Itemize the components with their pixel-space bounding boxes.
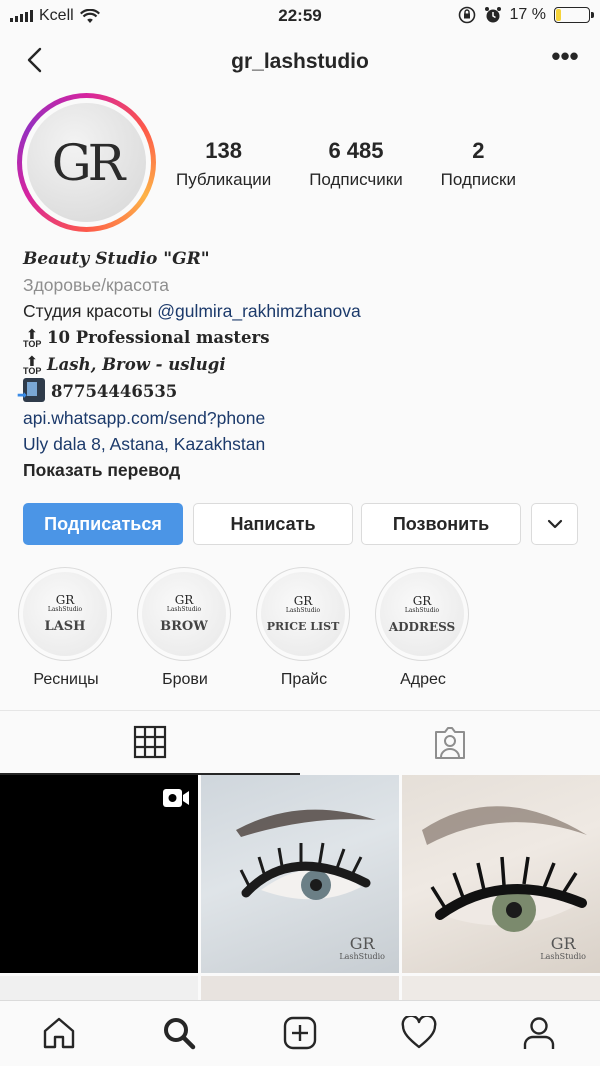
stat-followers[interactable]: 6 485 Подписчики (309, 138, 403, 190)
highlight-lash[interactable]: GR LashStudio LASH Ресницы (18, 567, 114, 689)
profile-bio: Beauty Studio "GR" Здоровье/красота Студ… (17, 246, 583, 483)
highlight-label: Адрес (400, 671, 446, 688)
post-thumbnail-video[interactable] (0, 775, 198, 973)
stat-posts[interactable]: 138 Публикации (176, 138, 271, 190)
battery-icon (554, 7, 594, 23)
highlight-label: Брови (162, 671, 208, 688)
highlight-cover: GR LashStudio BROW (142, 572, 226, 656)
highlight-cover-text: LASH (44, 619, 86, 634)
bio-phone-number: 87754446535 (51, 382, 178, 401)
follow-button[interactable]: Подписаться (23, 503, 183, 545)
mobile-phone-icon (17, 378, 45, 408)
bio-website-link[interactable]: api.whatsapp.com/send?phone (23, 405, 583, 431)
bio-line-masters: ⬆ TOP 10 Professional masters (23, 324, 583, 351)
search-icon (164, 1018, 196, 1050)
bio-line-phone: 87754446535 (17, 378, 583, 408)
stat-following-count: 2 (472, 138, 485, 163)
top-arrow-icon: ⬆ TOP (23, 325, 42, 349)
home-icon (43, 1017, 75, 1049)
call-button[interactable]: Позвонить (361, 503, 521, 545)
bio-address-link[interactable]: Uly dala 8, Astana, Kazakhstan (23, 431, 583, 457)
stat-followers-label: Подписчики (309, 170, 403, 189)
highlight-address[interactable]: GR LashStudio ADDRESS Адрес (375, 567, 471, 689)
post-grid: GR LashStudio GR LashStudio (0, 775, 600, 1006)
highlight-brow[interactable]: GR LashStudio BROW Брови (137, 567, 233, 689)
username-title: gr_lashstudio (231, 50, 369, 73)
status-bar: Kcell 22:59 17 % (0, 0, 600, 34)
stat-posts-label: Публикации (176, 170, 272, 189)
nav-new-post[interactable] (282, 1015, 318, 1051)
orientation-lock-icon (458, 6, 475, 24)
highlight-label: Ресницы (33, 671, 99, 688)
avatar: GR (27, 103, 146, 222)
chevron-down-icon (547, 519, 562, 529)
avatar-logo-text: GR (51, 133, 126, 192)
stat-following[interactable]: 2 Подписки (441, 138, 516, 190)
profile-tabs (0, 710, 600, 775)
tagged-icon (435, 727, 465, 759)
bio-studio-text: Студия красоты (23, 301, 158, 321)
profile-stats: 138 Публикации 6 485 Подписчики 2 Подпис… (176, 138, 516, 190)
heart-icon (401, 1016, 437, 1049)
stat-followers-count: 6 485 (328, 138, 384, 163)
nav-activity[interactable] (401, 1015, 437, 1051)
watermark: GR LashStudio (540, 934, 586, 962)
profile-actions: Подписаться Написать Позвонить (23, 503, 578, 545)
profile-header: gr_lashstudio ••• (0, 34, 600, 90)
more-horizontal-icon[interactable]: ••• (550, 43, 580, 74)
stat-following-label: Подписки (440, 170, 516, 189)
bio-services-text: Lash, Brow - uslugi (47, 355, 226, 374)
person-icon (523, 1017, 555, 1049)
avatar-story-ring[interactable]: GR (17, 93, 156, 232)
highlight-cover: GR LashStudio PRICE LIST (261, 572, 345, 656)
watermark: GR LashStudio (339, 934, 385, 962)
bottom-tab-bar (0, 1000, 600, 1066)
grid-icon (133, 725, 167, 759)
highlight-cover-text: PRICE LIST (266, 620, 340, 633)
story-highlights: GR LashStudio LASH Ресницы GR LashStudio… (18, 567, 598, 689)
highlight-cover-text: BROW (160, 619, 208, 634)
bio-line-services: ⬆ TOP Lash, Brow - uslugi (23, 351, 583, 378)
suggested-accounts-button[interactable] (531, 503, 578, 545)
status-right: 17 % (458, 6, 594, 24)
nav-search[interactable] (161, 1015, 197, 1051)
alarm-icon (484, 7, 501, 23)
bio-masters-text: 10 Professional masters (47, 328, 270, 347)
top-arrow-icon: ⬆ TOP (23, 352, 42, 376)
battery-percent: 17 % (509, 6, 546, 23)
post-thumbnail[interactable]: GR LashStudio (201, 775, 399, 973)
nav-home[interactable] (41, 1015, 77, 1051)
highlight-cover-text: ADDRESS (388, 619, 456, 634)
bio-line-studio: Студия красоты @gulmira_rakhimzhanova (23, 298, 583, 324)
bio-mention-link[interactable]: @gulmira_rakhimzhanova (157, 301, 361, 321)
tab-grid[interactable] (0, 711, 300, 775)
tab-tagged[interactable] (300, 711, 600, 775)
highlight-label: Прайс (280, 671, 328, 688)
plus-square-icon (283, 1016, 317, 1050)
post-thumbnail[interactable]: GR LashStudio (402, 775, 600, 973)
nav-profile[interactable] (521, 1015, 557, 1051)
video-icon (163, 789, 189, 807)
profile-display-name: Beauty Studio "GR" (23, 249, 210, 269)
highlight-price[interactable]: GR LashStudio PRICE LIST Прайс (256, 567, 352, 689)
stat-posts-count: 138 (205, 138, 242, 163)
show-translation-link[interactable]: Показать перевод (23, 457, 583, 483)
battery-fill (556, 9, 562, 21)
profile-category: Здоровье/красота (23, 275, 169, 295)
highlight-cover: GR LashStudio ADDRESS (380, 572, 464, 656)
message-button[interactable]: Написать (193, 503, 353, 545)
highlight-cover: GR LashStudio LASH (23, 572, 107, 656)
